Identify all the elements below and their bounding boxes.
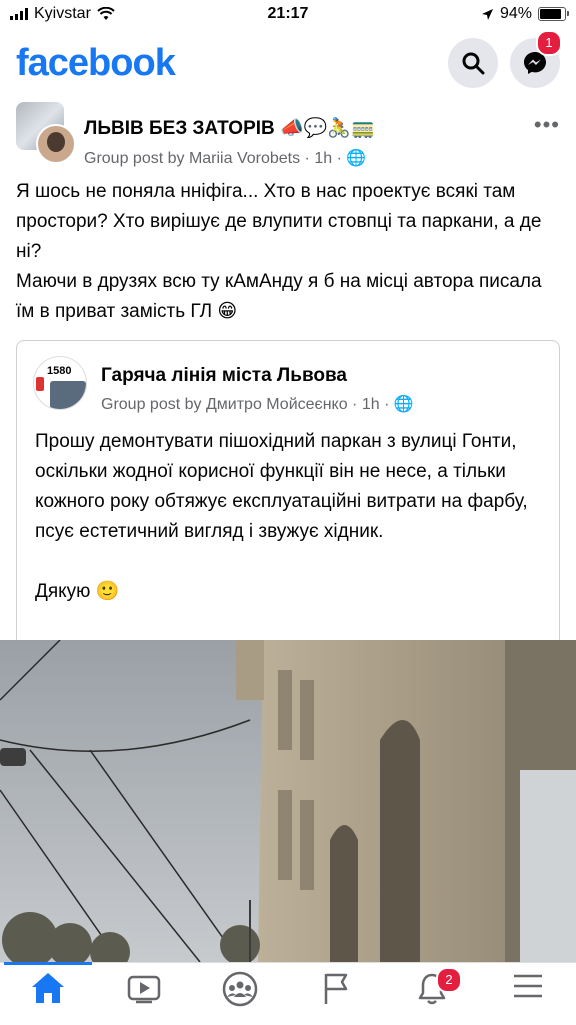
post-body: Я шось не поняла нніфіга... Хто в нас пр… bbox=[16, 177, 560, 327]
search-icon bbox=[462, 52, 485, 75]
more-options-icon[interactable]: ••• bbox=[534, 112, 560, 138]
app-header: facebook 1 bbox=[0, 30, 576, 98]
groups-icon bbox=[222, 971, 258, 1007]
shared-post-body: Прошу демонтувати пішохідний паркан з ву… bbox=[35, 427, 545, 607]
shared-group-name[interactable]: Гаряча лінія міста Львова bbox=[101, 365, 347, 387]
post-header: ЛЬВІВ БЕЗ ЗАТОРІВ 📣💬🚴🚃 Group post by Mar… bbox=[16, 102, 560, 172]
messenger-button[interactable]: 1 bbox=[510, 30, 562, 88]
post-subtitle[interactable]: Group post by Mariia Vorobets · 1h · 🌐 bbox=[84, 148, 366, 168]
shared-post-subtitle[interactable]: Group post by Дмитро Мойсеєнко · 1h · 🌐 bbox=[101, 394, 414, 414]
notifications-badge: 2 bbox=[436, 967, 462, 993]
post-avatars[interactable] bbox=[16, 102, 76, 164]
battery-percent: 94% bbox=[499, 5, 532, 22]
avatar-photo bbox=[50, 381, 86, 409]
messenger-badge: 1 bbox=[536, 30, 562, 56]
shared-group-avatar[interactable]: 1580 bbox=[33, 356, 87, 410]
shared-paragraph: Дякую 🙂 bbox=[35, 581, 120, 602]
tab-notifications[interactable]: 2 bbox=[402, 967, 462, 1017]
shared-paragraph: Прошу демонтувати пішохідний паркан з ву… bbox=[35, 431, 528, 542]
author-avatar[interactable] bbox=[36, 124, 76, 164]
shared-paragraph-blank bbox=[35, 547, 545, 577]
menu-icon bbox=[514, 974, 542, 998]
tab-pages[interactable] bbox=[306, 971, 366, 1017]
avatar-red-mark bbox=[36, 377, 44, 391]
tab-home[interactable] bbox=[18, 971, 78, 1017]
tab-groups[interactable] bbox=[210, 971, 270, 1017]
shared-post-card[interactable]: 1580 Гаряча лінія міста Львова Group pos… bbox=[16, 340, 560, 641]
pages-flag-icon bbox=[324, 973, 348, 1004]
post-paragraph: Маючи в друзях всю ту кАмАнду я б на міс… bbox=[16, 271, 542, 322]
tab-menu[interactable] bbox=[498, 971, 558, 1017]
home-icon bbox=[32, 973, 64, 1003]
bottom-tab-bar: 2 bbox=[0, 962, 576, 1025]
facebook-logo[interactable]: facebook bbox=[16, 42, 176, 85]
video-icon bbox=[127, 975, 161, 1004]
status-right: 94% bbox=[481, 5, 569, 23]
post-paragraph: Я шось не поняла нніфіга... Хто в нас пр… bbox=[16, 181, 542, 262]
battery-icon bbox=[538, 7, 569, 21]
group-name[interactable]: ЛЬВІВ БЕЗ ЗАТОРІВ 📣💬🚴🚃 bbox=[84, 116, 375, 140]
avatar-label: 1580 bbox=[47, 365, 72, 377]
tab-video[interactable] bbox=[114, 971, 174, 1017]
location-arrow-icon bbox=[481, 8, 493, 20]
post-photo[interactable] bbox=[0, 640, 576, 962]
battery-fill bbox=[540, 9, 561, 19]
status-bar: Kyivstar 21:17 94% bbox=[0, 0, 576, 30]
search-button[interactable] bbox=[448, 38, 498, 88]
active-tab-indicator bbox=[4, 962, 92, 965]
street-photo-image bbox=[0, 640, 576, 962]
